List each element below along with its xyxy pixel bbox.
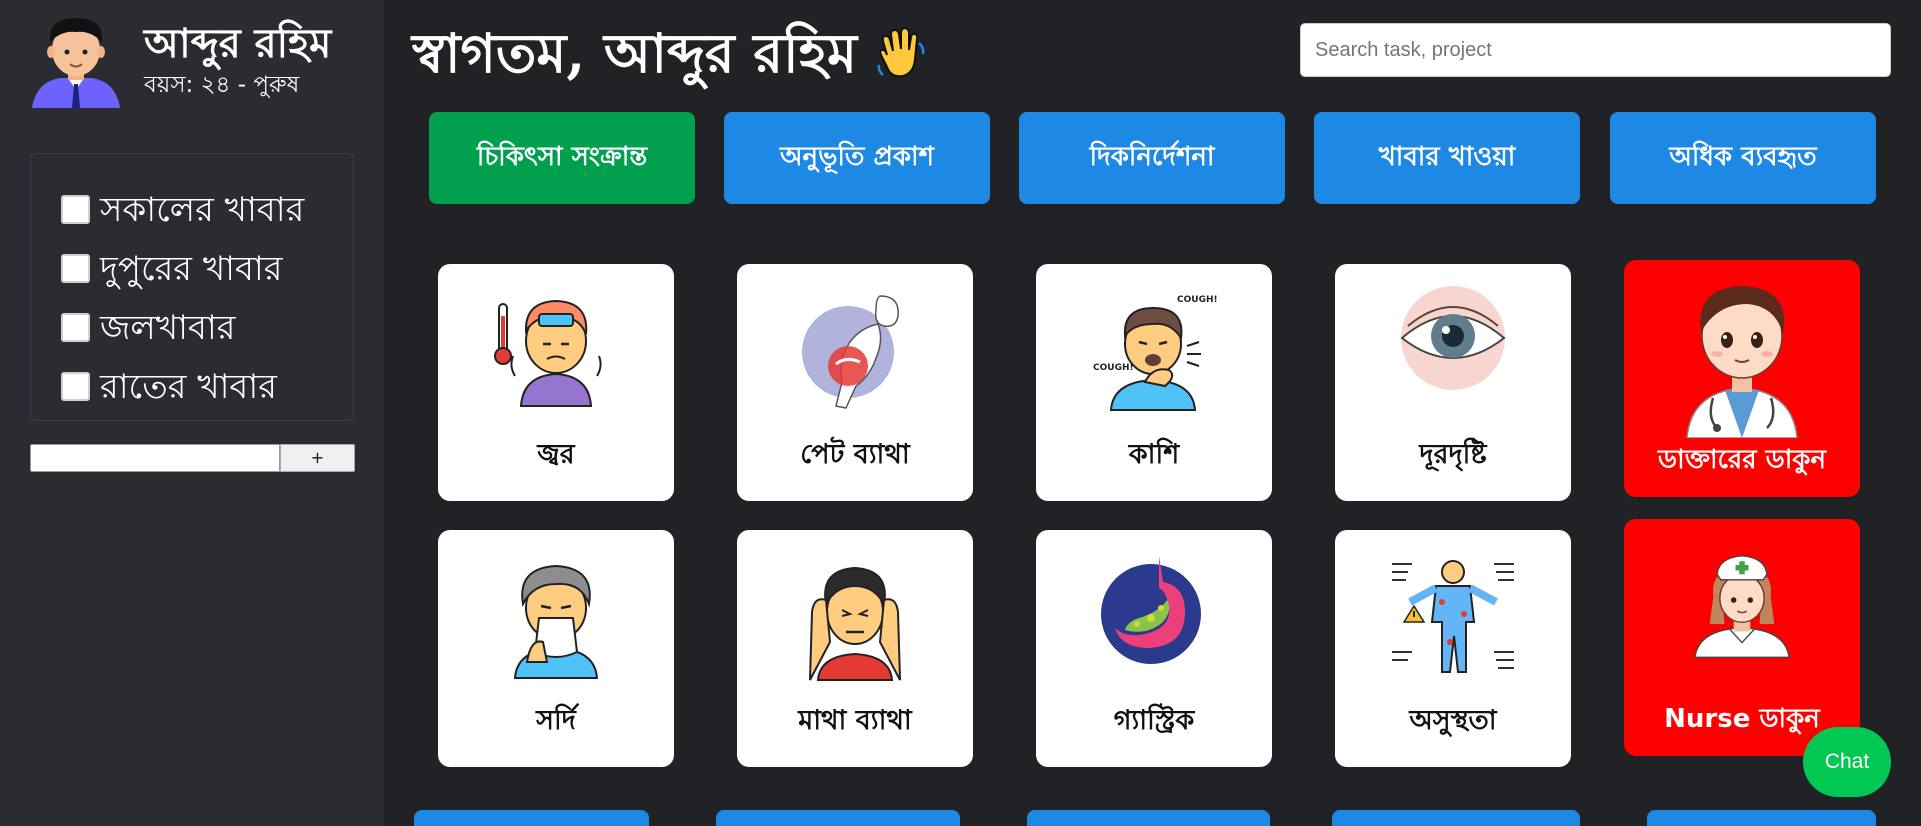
profile: আব্দুর রহিম বয়স: ২৪ - পুরুষ — [30, 12, 331, 110]
meal-item[interactable]: সকালের খাবার — [31, 180, 353, 239]
eye-icon — [1400, 286, 1506, 390]
tab-medical[interactable]: চিকিৎসা সংক্রান্ত — [429, 112, 695, 204]
meal-checkbox[interactable] — [61, 195, 90, 224]
card-label: অসুস্থতা — [1409, 705, 1497, 736]
meal-label: জলখাবার — [100, 307, 236, 348]
headache-icon — [809, 566, 901, 681]
bottom-card[interactable] — [716, 810, 960, 826]
add-meal-button[interactable]: + — [280, 444, 355, 472]
card-label: জ্বর — [537, 439, 575, 470]
waving-hand-icon — [877, 26, 925, 78]
tab-feelings[interactable]: অনুভূতি প্রকাশ — [724, 112, 990, 204]
tab-most-used[interactable]: অধিক ব্যবহৃত — [1610, 112, 1876, 204]
meal-label: দুপুরের খাবার — [100, 248, 283, 289]
bottom-card[interactable] — [1332, 810, 1580, 826]
meal-item[interactable]: দুপুরের খাবার — [31, 239, 353, 298]
fever-icon — [494, 299, 602, 407]
card-headache[interactable]: মাথা ব্যাথা — [737, 530, 973, 767]
card-label: সর্দি — [536, 705, 576, 736]
search-input[interactable] — [1300, 23, 1891, 77]
card-label: Nurse ডাকুন — [1664, 704, 1820, 734]
page-title: স্বাগতম, আব্দুর রহিম — [412, 18, 929, 88]
meal-label: সকালের খাবার — [100, 189, 305, 230]
cough-text: COUGH! — [1177, 295, 1218, 305]
meal-checkbox[interactable] — [61, 254, 90, 283]
card-call-nurse[interactable]: Nurse ডাকুন — [1624, 519, 1860, 756]
stomach-pain-icon — [802, 295, 899, 409]
meal-item[interactable]: রাতের খাবার — [31, 357, 353, 416]
cough-text: COUGH! — [1093, 363, 1134, 373]
avatar-icon — [32, 18, 120, 110]
sidebar: আব্দুর রহিম বয়স: ২৪ - পুরুষ সকালের খাবা… — [0, 0, 384, 826]
doctor-icon — [1686, 286, 1798, 438]
meal-item[interactable]: জলখাবার — [31, 298, 353, 357]
welcome-text: স্বাগতম, আব্দুর রহিম — [412, 21, 857, 85]
meal-checklist: সকালের খাবার দুপুরের খাবার জলখাবার রাতের… — [30, 153, 354, 421]
card-cough[interactable]: COUGH! COUGH! কাশি — [1036, 264, 1272, 501]
card-gastric[interactable]: গ্যাস্ট্রিক — [1036, 530, 1272, 767]
illness-icon — [1392, 560, 1514, 673]
gastric-icon — [1101, 556, 1201, 664]
avatar — [30, 12, 122, 110]
meal-checkbox[interactable] — [61, 313, 90, 342]
meal-label: রাতের খাবার — [100, 366, 277, 407]
card-label: দূরদৃষ্টি — [1419, 439, 1487, 470]
cough-icon: COUGH! COUGH! — [1093, 295, 1218, 411]
card-label: পেট ব্যাথা — [800, 439, 910, 470]
card-fever[interactable]: জ্বর — [438, 264, 674, 501]
nurse-icon — [1694, 555, 1790, 658]
card-stomach-pain[interactable]: পেট ব্যাথা — [737, 264, 973, 501]
card-label: মাথা ব্যাথা — [798, 705, 912, 736]
add-meal-input[interactable] — [30, 444, 280, 472]
bottom-card[interactable] — [1647, 810, 1876, 826]
user-name: আব্দুর রহিম — [144, 20, 332, 67]
card-cold[interactable]: সর্দি — [438, 530, 674, 767]
card-label: কাশি — [1128, 439, 1180, 470]
meal-checkbox[interactable] — [61, 372, 90, 401]
card-label: ডাক্তারের ডাকুন — [1658, 445, 1826, 475]
user-meta: বয়স: ২৪ - পুরুষ — [144, 72, 300, 98]
card-illness[interactable]: অসুস্থতা — [1335, 530, 1571, 767]
card-call-doctor[interactable]: ডাক্তারের ডাকুন — [1624, 260, 1860, 497]
tab-directions[interactable]: দিকনির্দেশনা — [1019, 112, 1285, 204]
chat-button[interactable]: Chat — [1803, 727, 1891, 797]
bottom-card[interactable] — [414, 810, 649, 826]
card-label: গ্যাস্ট্রিক — [1113, 705, 1195, 736]
tab-eating[interactable]: খাবার খাওয়া — [1314, 112, 1580, 204]
bottom-card[interactable] — [1027, 810, 1270, 826]
add-meal-row: + — [30, 444, 355, 472]
cold-icon — [513, 564, 599, 679]
card-vision[interactable]: দূরদৃষ্টি — [1335, 264, 1571, 501]
